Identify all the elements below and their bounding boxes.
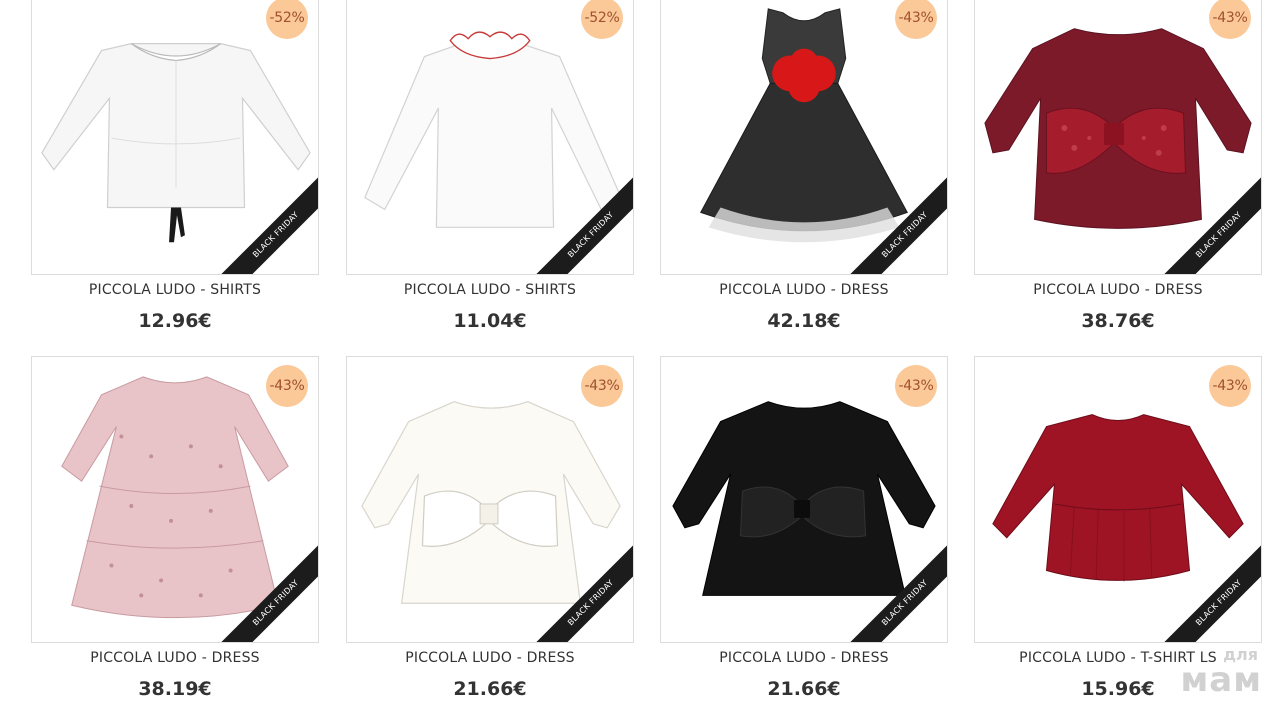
discount-badge: -43% — [581, 365, 623, 407]
product-price: 42.18€ — [767, 310, 841, 332]
black-friday-ribbon: BLACK FRIDAY — [837, 164, 947, 274]
product-price: 21.66€ — [767, 678, 841, 700]
product-image[interactable]: -43% BLACK FRIDAY — [974, 0, 1262, 275]
black-friday-ribbon: BLACK FRIDAY — [523, 164, 633, 274]
black-friday-ribbon: BLACK FRIDAY — [208, 164, 318, 274]
black-friday-ribbon: BLACK FRIDAY — [1151, 532, 1261, 642]
product-image[interactable]: -43% BLACK FRIDAY — [31, 356, 319, 643]
product-card[interactable]: -43% BLACK FRIDAY PICCOLA LUDO - DRESS 4… — [660, 0, 948, 332]
product-title[interactable]: PICCOLA LUDO - DRESS — [346, 650, 634, 666]
discount-badge: -43% — [266, 365, 308, 407]
product-price: 38.19€ — [138, 678, 212, 700]
product-image[interactable]: -43% BLACK FRIDAY — [660, 0, 948, 275]
product-title[interactable]: PICCOLA LUDO - DRESS — [974, 282, 1262, 298]
product-card[interactable]: -43% BLACK FRIDAY PICCOLA LUDO - DRESS 2… — [346, 356, 634, 700]
product-card[interactable]: -52% BLACK FRIDAY PICCOLA LUDO - SHIRTS … — [346, 0, 634, 332]
product-card[interactable]: -43% BLACK FRIDAY PICCOLA LUDO - DRESS 3… — [974, 0, 1262, 332]
black-friday-ribbon: BLACK FRIDAY — [837, 532, 947, 642]
product-title[interactable]: PICCOLA LUDO - DRESS — [31, 650, 319, 666]
discount-badge: -43% — [1209, 365, 1251, 407]
product-card[interactable]: -52% BLACK FRIDAY PICCOLA LUDO - SHIRTS … — [31, 0, 319, 332]
product-card[interactable]: -43% BLACK FRIDAY PICCOLA LUDO - DRESS 2… — [660, 356, 948, 700]
product-image[interactable]: -52% BLACK FRIDAY — [31, 0, 319, 275]
product-title[interactable]: PICCOLA LUDO - SHIRTS — [346, 282, 634, 298]
product-price: 11.04€ — [453, 310, 527, 332]
black-friday-ribbon: BLACK FRIDAY — [1151, 164, 1261, 274]
product-title[interactable]: PICCOLA LUDO - DRESS — [660, 282, 948, 298]
black-friday-ribbon: BLACK FRIDAY — [523, 532, 633, 642]
product-image[interactable]: -52% BLACK FRIDAY — [346, 0, 634, 275]
product-card[interactable]: -43% BLACK FRIDAY PICCOLA LUDO - DRESS 3… — [31, 356, 319, 700]
site-watermark-logo: для мам — [1180, 645, 1262, 700]
product-price: 12.96€ — [138, 310, 212, 332]
black-friday-ribbon: BLACK FRIDAY — [208, 532, 318, 642]
product-image[interactable]: -43% BLACK FRIDAY — [346, 356, 634, 643]
product-image[interactable]: -43% BLACK FRIDAY — [660, 356, 948, 643]
discount-badge: -43% — [895, 365, 937, 407]
product-image[interactable]: -43% BLACK FRIDAY — [974, 356, 1262, 643]
product-price: 38.76€ — [1081, 310, 1155, 332]
product-title[interactable]: PICCOLA LUDO - SHIRTS — [31, 282, 319, 298]
product-price: 21.66€ — [453, 678, 527, 700]
product-title[interactable]: PICCOLA LUDO - DRESS — [660, 650, 948, 666]
